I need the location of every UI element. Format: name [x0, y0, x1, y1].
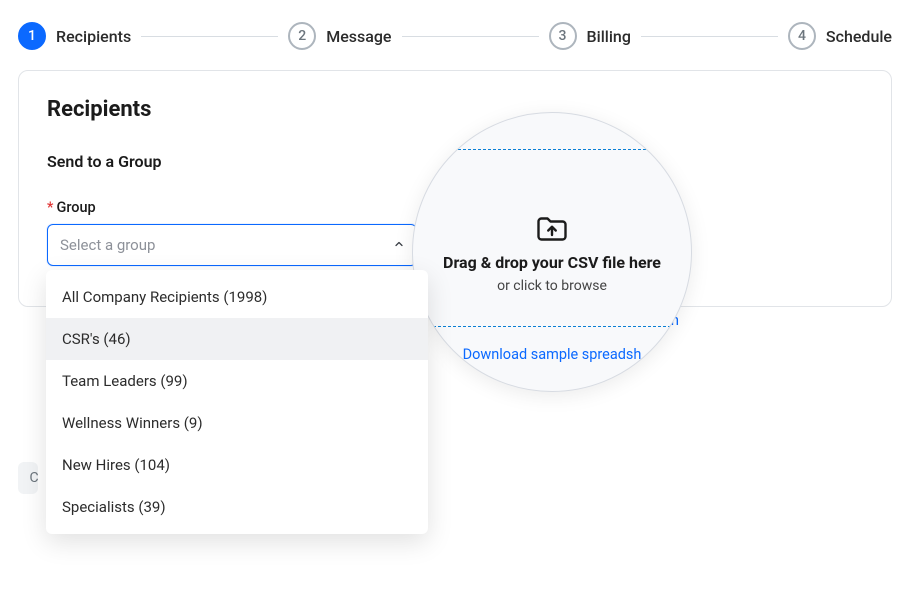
dash-line [413, 149, 691, 150]
step-label-schedule: Schedule [826, 27, 892, 46]
step-circle-3: 3 [549, 22, 577, 50]
step-recipients[interactable]: 1 Recipients [18, 22, 131, 50]
group-option[interactable]: Specialists (39) [46, 486, 428, 528]
step-label-recipients: Recipients [56, 27, 131, 46]
dash-line [413, 326, 691, 327]
group-option[interactable]: CSR's (46) [46, 318, 428, 360]
step-circle-2: 2 [288, 22, 316, 50]
chevron-up-icon [393, 236, 405, 254]
group-option[interactable]: New Hires (104) [46, 444, 428, 486]
stepper-connector [402, 36, 539, 37]
group-option[interactable]: Wellness Winners (9) [46, 402, 428, 444]
step-schedule[interactable]: 4 Schedule [788, 22, 892, 50]
step-label-message: Message [326, 27, 391, 46]
step-billing[interactable]: 3 Billing [549, 22, 631, 50]
card-title: Recipients [47, 97, 863, 122]
stepper: 1 Recipients 2 Message 3 Billing 4 Sched… [0, 0, 910, 60]
group-dropdown: All Company Recipients (1998) CSR's (46)… [46, 270, 428, 534]
step-label-billing: Billing [587, 27, 631, 46]
upload-main-text: Drag & drop your CSV file here [443, 253, 661, 272]
step-circle-1: 1 [18, 22, 46, 50]
group-select[interactable]: Select a group [47, 224, 417, 266]
group-option[interactable]: All Company Recipients (1998) [46, 276, 428, 318]
step-circle-4: 4 [788, 22, 816, 50]
step-message[interactable]: 2 Message [288, 22, 391, 50]
stepper-connector [641, 36, 778, 37]
required-asterisk: * [47, 199, 53, 216]
stepper-connector [141, 36, 278, 37]
group-select-placeholder: Select a group [60, 236, 155, 254]
cancel-button[interactable]: C [18, 462, 38, 494]
upload-sub-text[interactable]: or click to browse [497, 278, 607, 294]
download-sample-link-zoom[interactable]: Download sample spreadsh [463, 346, 642, 363]
group-option[interactable]: Team Leaders (99) [46, 360, 428, 402]
upload-zoom-lens: Drag & drop your CSV file here or click … [412, 112, 692, 392]
cancel-button-label: C [29, 470, 38, 486]
